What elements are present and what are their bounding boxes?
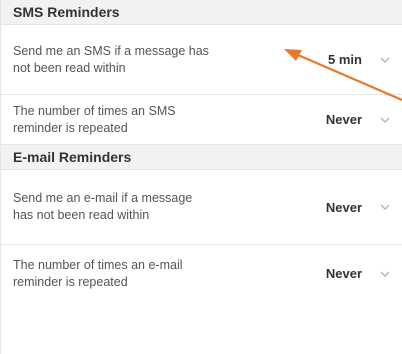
- sms-read-timeout-select[interactable]: 5 min: [328, 25, 362, 94]
- chevron-down-icon[interactable]: [380, 95, 390, 144]
- chevron-down-icon[interactable]: [380, 245, 390, 302]
- setting-label: The number of times an SMS reminder is r…: [13, 103, 176, 135]
- email-repeat-row[interactable]: The number of times an e-mail reminder i…: [1, 245, 402, 302]
- chevron-down-icon[interactable]: [380, 170, 390, 244]
- email-reminders-title: E-mail Reminders: [13, 149, 132, 165]
- sms-read-timeout-row[interactable]: Send me an SMS if a message has not been…: [1, 25, 402, 95]
- sms-reminders-title: SMS Reminders: [13, 4, 120, 20]
- reminder-settings-panel: SMS Reminders Send me an SMS if a messag…: [0, 0, 402, 354]
- sms-reminders-header: SMS Reminders: [1, 0, 402, 25]
- email-read-timeout-row[interactable]: Send me an e-mail if a message has not b…: [1, 170, 402, 245]
- email-read-timeout-select[interactable]: Never: [326, 170, 362, 244]
- setting-label: Send me an SMS if a message has not been…: [13, 43, 209, 75]
- setting-label: Send me an e-mail if a message has not b…: [13, 191, 193, 222]
- sms-repeat-select[interactable]: Never: [326, 95, 362, 144]
- email-repeat-select[interactable]: Never: [326, 245, 362, 302]
- email-reminders-header: E-mail Reminders: [1, 145, 402, 170]
- chevron-down-icon[interactable]: [380, 25, 390, 94]
- setting-label: The number of times an e-mail reminder i…: [13, 257, 183, 289]
- sms-repeat-row[interactable]: The number of times an SMS reminder is r…: [1, 95, 402, 145]
